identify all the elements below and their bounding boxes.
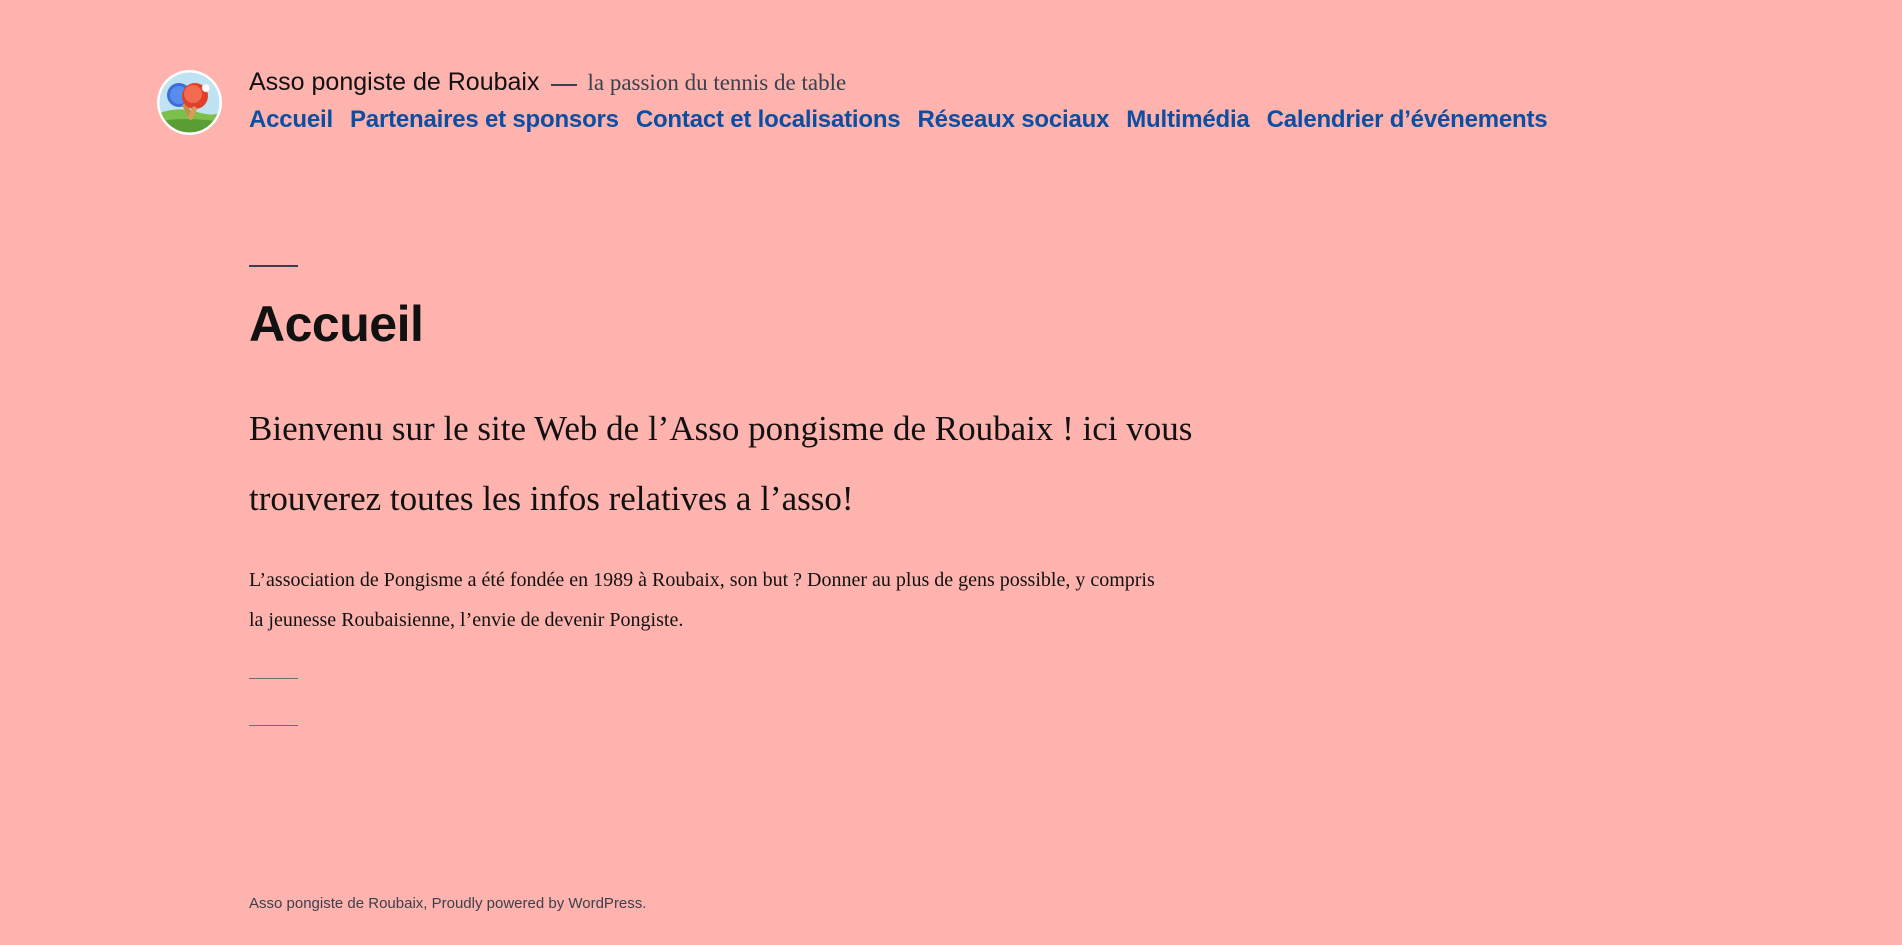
intro-paragraph: L’association de Pongisme a été fondée e… xyxy=(249,569,1155,631)
footer-period: . xyxy=(642,895,647,912)
content-separator xyxy=(249,678,298,679)
intro-lead-text: Bienvenu sur le site Web de l’Asso pongi… xyxy=(249,409,1193,518)
nav-item-calendrier[interactable]: Calendrier d’événements xyxy=(1267,106,1548,134)
footer-site-link[interactable]: Asso pongiste de Roubaix xyxy=(249,895,423,912)
nav-item-multimedia[interactable]: Multimédia xyxy=(1126,106,1250,134)
footer-wordpress-link[interactable]: Proudly powered by WordPress xyxy=(432,895,643,912)
tagline-dash xyxy=(551,83,578,86)
nav-item-contact[interactable]: Contact et localisations xyxy=(636,106,901,134)
site-branding: Asso pongiste de Roubaix la passion du te… xyxy=(249,68,846,97)
content-separators xyxy=(249,678,1199,726)
content-separator xyxy=(249,725,298,726)
site-header: Asso pongiste de Roubaix la passion du te… xyxy=(157,68,1857,148)
main-content: Accueil Bienvenu sur le site Web de l’As… xyxy=(249,265,1199,726)
site-footer: Asso pongiste de Roubaix, Proudly powere… xyxy=(249,895,646,912)
title-separator xyxy=(249,265,298,267)
footer-separator: , xyxy=(423,895,432,912)
primary-menu: Accueil Partenaires et sponsors Contact … xyxy=(249,106,1548,134)
nav-item-reseaux-sociaux[interactable]: Réseaux sociaux xyxy=(917,106,1109,134)
site-tagline: la passion du tennis de table xyxy=(587,70,847,95)
page-title: Accueil xyxy=(249,296,424,352)
nav-item-partenaires[interactable]: Partenaires et sponsors xyxy=(350,106,619,134)
nav-item-accueil[interactable]: Accueil xyxy=(249,106,333,134)
table-tennis-logo-icon[interactable] xyxy=(157,70,222,135)
site-title[interactable]: Asso pongiste de Roubaix xyxy=(249,68,539,97)
